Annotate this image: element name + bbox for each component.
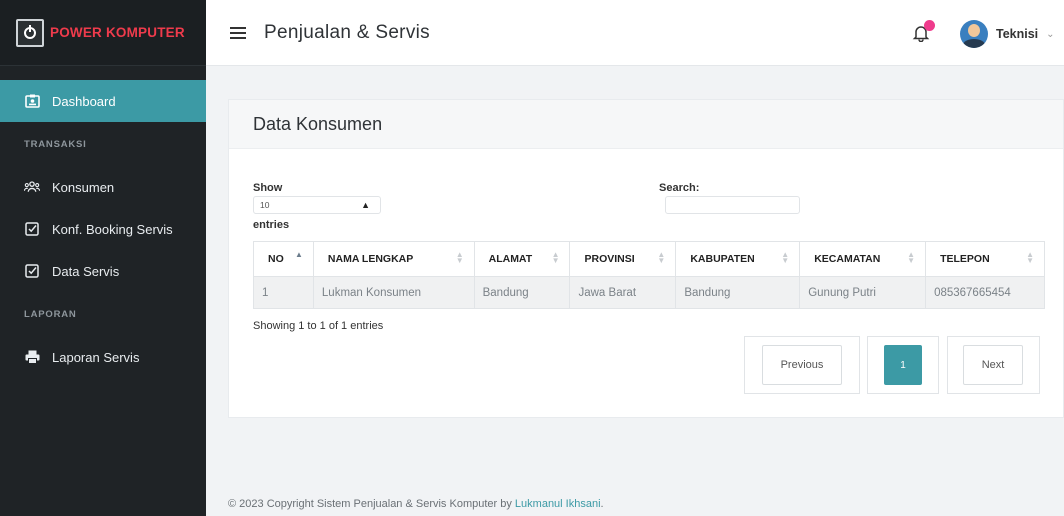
cell-no: 1 (253, 276, 314, 309)
sidebar-item-label: Konsumen (52, 179, 115, 195)
cell-provinsi: Jawa Barat (569, 276, 677, 309)
sort-icon: ▲ ▼ (455, 250, 464, 265)
sort-icon: ▲ ▼ (781, 250, 790, 265)
page-title: Penjualan & Servis (264, 21, 430, 43)
column-header-telepon[interactable]: TELEPON ▲ ▼ (925, 241, 1045, 277)
table-row: 1 Lukman Konsumen Bandung Jawa Barat Ban… (253, 276, 1045, 309)
footer-suffix: . (600, 498, 604, 510)
column-header-nama-lengkap[interactable]: NAMA LENGKAP ▲ ▼ (312, 241, 475, 277)
brand[interactable]: POWER KOMPUTER (0, 0, 206, 66)
previous-button[interactable]: Previous (762, 345, 842, 385)
footer-text: © 2023 Copyright Sistem Penjualan & Serv… (228, 498, 515, 510)
power-logo-icon (16, 18, 44, 47)
sidebar-item-label: Laporan Servis (52, 349, 140, 365)
cell-nama-lengkap: Lukman Konsumen (312, 276, 475, 309)
sidebar-item-konsumen[interactable]: Konsumen (0, 166, 206, 208)
footer-author-link[interactable]: Lukmanul Ikhsani (515, 498, 601, 510)
pagination-page-wrap: 1 (867, 336, 939, 394)
entries-label: entries (253, 219, 290, 231)
user-menu[interactable]: Teknisi ⌄ (960, 20, 1055, 48)
sidebar-heading-transaksi: TRANSAKSI (24, 138, 87, 150)
search-label: Search: (659, 182, 700, 194)
topbar: Penjualan & Servis Teknisi ⌄ (206, 0, 1064, 66)
sort-icon: ▲ ▼ (1026, 250, 1034, 265)
sidebar-item-label: Konf. Booking Servis (52, 221, 173, 237)
cell-kecamatan: Gunung Putri (799, 276, 927, 309)
id-card-icon (24, 93, 40, 109)
sidebar-item-konf-booking-servis[interactable]: Konf. Booking Servis (0, 208, 206, 250)
column-header-alamat[interactable]: ALAMAT ▲ ▼ (473, 241, 571, 277)
sidebar-nav: Dashboard TRANSAKSI Konsumen Konf. Booki… (0, 66, 206, 378)
page-length-select[interactable]: 10 ▲︎ (253, 196, 381, 214)
column-header-kecamatan[interactable]: KECAMATAN ▲ ▼ (799, 241, 927, 277)
users-icon (24, 179, 40, 195)
page-length-value: 10 (260, 200, 270, 210)
check-square-icon (24, 221, 40, 237)
sidebar-item-label: Data Servis (52, 263, 120, 279)
sort-asc-icon: ▲ (294, 250, 303, 259)
notification-badge (924, 20, 935, 31)
pagination-previous-wrap: Previous (744, 336, 860, 394)
pagination-next-wrap: Next (947, 336, 1040, 394)
sidebar-item-dashboard[interactable]: Dashboard (0, 80, 206, 122)
printer-icon (24, 349, 40, 365)
menu-icon[interactable] (230, 26, 246, 39)
show-label: Show (253, 182, 283, 194)
sidebar-heading-laporan: LAPORAN (24, 308, 77, 320)
column-header-kabupaten[interactable]: KABUPATEN ▲ ▼ (675, 241, 801, 277)
konsumen-table: NO ▲ NAMA LENGKAP ▲ ▼ ALAMAT ▲ ▼ PROVINSI ▲ ▼ K… (253, 241, 1045, 309)
cell-kabupaten: Bandung (675, 276, 801, 309)
user-name: Teknisi (996, 27, 1039, 41)
data-konsumen-card: Data Konsumen Show 10 ▲︎ entries Search:… (228, 99, 1064, 418)
chevron-down-icon: ⌄ (1046, 28, 1055, 40)
sort-icon: ▲ ▼ (907, 250, 916, 265)
sidebar-item-data-servis[interactable]: Data Servis (0, 250, 206, 292)
table-header-row: NO ▲ NAMA LENGKAP ▲ ▼ ALAMAT ▲ ▼ PROVINSI ▲ ▼ K… (253, 241, 1045, 277)
select-caret-icon: ▲︎ (361, 200, 370, 210)
sort-icon: ▲ ▼ (657, 250, 666, 265)
table-info: Showing 1 to 1 of 1 entries (253, 320, 384, 332)
footer: © 2023 Copyright Sistem Penjualan & Serv… (228, 498, 604, 510)
sidebar-item-laporan-servis[interactable]: Laporan Servis (0, 336, 206, 378)
sidebar-item-label: Dashboard (52, 93, 116, 109)
bell-icon[interactable] (912, 20, 935, 43)
avatar (960, 20, 988, 48)
search-input[interactable] (665, 196, 800, 214)
column-header-provinsi[interactable]: PROVINSI ▲ ▼ (569, 241, 677, 277)
column-header-no[interactable]: NO ▲ (253, 241, 314, 277)
card-title: Data Konsumen (229, 100, 1063, 149)
cell-telepon: 085367665454 (925, 276, 1045, 309)
next-button[interactable]: Next (963, 345, 1023, 385)
page-1-button[interactable]: 1 (884, 345, 922, 385)
check-square-icon (24, 263, 40, 279)
sort-icon: ▲ ▼ (551, 250, 560, 265)
cell-alamat: Bandung (473, 276, 571, 309)
brand-name: POWER KOMPUTER (50, 25, 185, 40)
sidebar: POWER KOMPUTER Dashboard TRANSAKSI Konsu… (0, 0, 206, 516)
